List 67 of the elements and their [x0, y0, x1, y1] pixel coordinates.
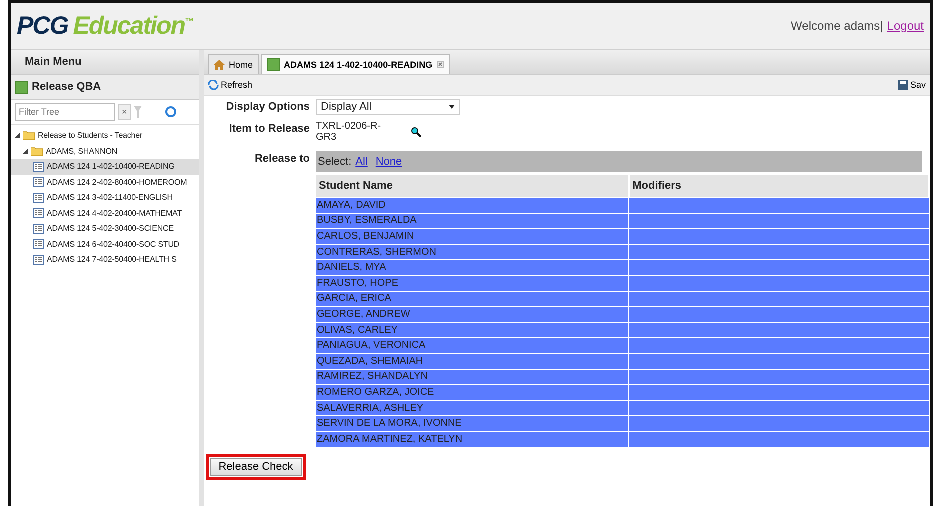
section-header[interactable]: Release QBA	[11, 75, 199, 100]
tree-item[interactable]: ADAMS 124 3-402-11400-ENGLISH	[11, 190, 199, 206]
student-name-cell[interactable]: CARLOS, BENJAMIN	[316, 228, 629, 244]
logo: PCG Education$^{™}$	[17, 12, 194, 40]
square-icon	[267, 58, 280, 71]
main-menu-header: Main Menu	[11, 50, 199, 75]
save-icon	[898, 80, 908, 90]
save-button[interactable]: Sav	[898, 80, 926, 90]
student-name-cell[interactable]: RAMIREZ, SHANDALYN	[316, 369, 629, 385]
expand-triangle-icon[interactable]	[23, 148, 28, 154]
list-icon	[33, 162, 44, 172]
refresh-icon	[208, 80, 219, 90]
list-icon	[33, 239, 44, 250]
close-icon[interactable]	[436, 61, 444, 68]
student-name-cell[interactable]: SERVIN DE LA MORA, IVONNE	[316, 416, 629, 432]
square-icon	[15, 80, 28, 94]
list-icon	[33, 224, 44, 234]
folder-icon	[23, 131, 35, 140]
list-icon	[33, 177, 44, 188]
list-icon	[33, 192, 44, 203]
refresh-button[interactable]: Refresh	[208, 80, 253, 90]
tree-item[interactable]: ADAMS 124 5-402-30400-SCIENCE	[11, 221, 199, 236]
dropdown-caret-icon	[449, 105, 455, 109]
column-header: Student Name	[316, 175, 629, 198]
student-name-cell[interactable]: PANIAGUA, VERONICA	[316, 338, 629, 354]
select-label: Select:	[318, 156, 352, 168]
tab[interactable]: Home	[208, 54, 260, 74]
student-name-cell[interactable]: GARCIA, ERICA	[316, 291, 629, 307]
home-icon	[214, 60, 225, 70]
filter-field[interactable]: Filter Tree	[15, 103, 115, 121]
clear-button[interactable]: ×	[118, 104, 132, 120]
tree-item[interactable]: ADAMS 124 6-402-40400-SOC STUD	[11, 236, 199, 252]
student-name-cell[interactable]: ZAMORA MARTINEZ, KATELYN	[316, 431, 629, 447]
student-name-cell[interactable]: QUEZADA, SHEMAIAH	[316, 353, 629, 370]
student-name-cell[interactable]: ROMERO GARZA, JOICE	[316, 384, 629, 400]
release-check-button[interactable]: Release Check	[210, 458, 302, 476]
welcome-text: Welcome adams|	[791, 19, 884, 33]
student-name-cell[interactable]: CONTRERAS, SHERMON	[316, 244, 629, 260]
tree-item[interactable]: ADAMS 124 7-402-50400-HEALTH S	[11, 252, 199, 268]
refresh-icon[interactable]	[165, 106, 178, 118]
tree-item[interactable]: ADAMS 124 2-402-80400-HOMEROOM	[11, 174, 199, 190]
field-label: Item to Release	[228, 122, 310, 137]
folder-icon	[31, 146, 43, 156]
student-name-cell[interactable]: GEORGE, ANDREW	[316, 306, 629, 322]
logout-link[interactable]: Logout	[887, 19, 924, 33]
tree-item[interactable]: ADAMS, SHANNON	[11, 144, 199, 159]
tree-item[interactable]: Release to Students - Teacher	[11, 128, 199, 144]
student-name-cell[interactable]: DANIELS, MYA	[316, 260, 629, 276]
student-name-cell[interactable]: AMAYA, DAVID	[316, 198, 629, 214]
tab[interactable]: ADAMS 124 1-402-10400-READING	[261, 54, 450, 74]
student-name-cell[interactable]: BUSBY, ESMERALDA	[316, 213, 629, 229]
display-dropdown[interactable]: Display All	[316, 99, 460, 115]
field-label: Release to	[254, 152, 310, 167]
tree-item[interactable]: ADAMS 124 1-402-10400-READING	[11, 159, 199, 174]
column-header: Modifiers	[628, 175, 929, 198]
search-icon[interactable]	[411, 126, 422, 138]
field-label: Display Options	[225, 100, 310, 115]
list-icon	[33, 208, 44, 218]
student-name-cell[interactable]: FRAUSTO, HOPE	[316, 275, 629, 292]
select-none-link[interactable]: None	[376, 156, 402, 168]
student-name-cell[interactable]: SALAVERRIA, ASHLEY	[316, 400, 629, 416]
tree-item[interactable]: ADAMS 124 4-402-20400-MATHEMAT	[11, 206, 199, 221]
student-name-cell[interactable]: OLIVAS, CARLEY	[316, 322, 629, 338]
expand-triangle-icon[interactable]	[15, 133, 20, 138]
item-code: TXRL-0206-R- GR3	[316, 121, 382, 143]
select-all-link[interactable]: All	[356, 156, 368, 168]
list-icon	[33, 254, 44, 265]
